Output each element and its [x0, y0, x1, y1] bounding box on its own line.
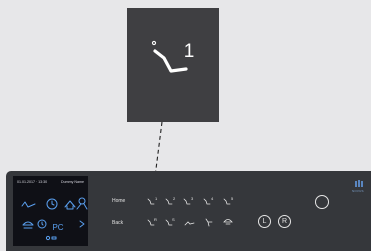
back-spittoon-button[interactable]: [203, 216, 215, 228]
right-button[interactable]: R: [278, 215, 291, 228]
back-lamp-button[interactable]: [222, 216, 234, 228]
power-button[interactable]: [315, 195, 329, 209]
home-program-3-button[interactable]: 3: [182, 195, 194, 207]
svg-text:R: R: [154, 217, 157, 222]
svg-text:1: 1: [155, 196, 158, 201]
home-program-5-button[interactable]: 5: [222, 195, 234, 207]
clock-icon[interactable]: [46, 198, 58, 210]
home-program-1-button[interactable]: 1: [146, 195, 158, 207]
home-icon[interactable]: [64, 200, 76, 210]
back-recline-button[interactable]: [184, 216, 196, 228]
home-program-4-button[interactable]: 4: [202, 195, 214, 207]
pc-button[interactable]: PC: [52, 223, 64, 232]
user-icon[interactable]: [76, 197, 88, 210]
back-program-s-button[interactable]: S: [164, 216, 176, 228]
svg-text:5: 5: [231, 196, 234, 201]
svg-text:4: 4: [211, 196, 214, 201]
lamp-icon[interactable]: [22, 221, 34, 229]
screen-status-icon: [45, 235, 57, 241]
control-panel: 01.01.2017 · 13:30 Dummy Name PC Home Ba…: [6, 171, 371, 251]
next-arrow-icon[interactable]: [79, 220, 85, 228]
chair-icon[interactable]: [21, 201, 36, 208]
screen-icons: [21, 197, 88, 241]
touch-screen[interactable]: 01.01.2017 · 13:30 Dummy Name PC: [13, 176, 88, 246]
timer-icon[interactable]: [37, 219, 47, 229]
home-program-2-button[interactable]: 2: [164, 195, 176, 207]
svg-text:S: S: [172, 217, 175, 222]
svg-text:3: 3: [191, 196, 194, 201]
brand-logo-text: NOVUS: [352, 189, 364, 193]
home-row-label: Home: [112, 198, 126, 204]
back-program-r-button[interactable]: R: [146, 216, 158, 228]
left-button[interactable]: L: [258, 215, 271, 228]
svg-text:2: 2: [173, 196, 176, 201]
back-row-label: Back: [112, 220, 124, 226]
